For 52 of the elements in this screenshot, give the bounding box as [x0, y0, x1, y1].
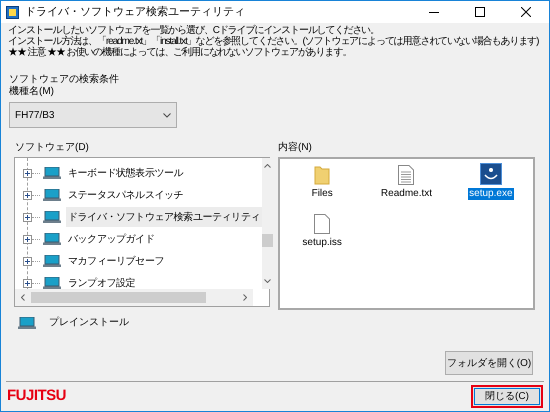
expand-icon[interactable] [23, 278, 32, 288]
legend-label: プレインストール [49, 316, 129, 330]
tree-item[interactable]: バックアップガイド [66, 229, 156, 249]
list-label: 内容(N) [278, 142, 313, 154]
instruction-text: インストールしたいソフトウェアを一覧から選び、Cドライブにインストールしてください。 [8, 25, 380, 36]
instruction-text: インストール方法は、「readme.txt」「install.txt」などを参照してください。(ソフトウェアによっては用意されていない場合もあります) [8, 36, 538, 47]
model-dropdown[interactable]: FH77/B3 [9, 102, 177, 128]
laptop-icon [43, 233, 61, 245]
expand-icon[interactable] [23, 190, 32, 200]
scroll-right-icon [243, 294, 247, 301]
expand-icon[interactable] [23, 256, 32, 266]
horizontal-scrollbar[interactable] [15, 289, 253, 306]
expand-icon[interactable] [23, 168, 32, 178]
laptop-icon [43, 167, 61, 179]
instruction-text: ★★ 注意 ★★ お使いの機種によっては、ご利用になれないソフトウェアがあります。 [8, 47, 352, 58]
laptop-icon [18, 316, 36, 328]
installer-icon [480, 163, 502, 185]
scroll-thumb[interactable] [262, 234, 274, 247]
window-title: ドライバ・ソフトウェア検索ユーティリティ [25, 4, 245, 20]
field-label: 機種名(M) [9, 86, 55, 98]
vertical-scrollbar[interactable] [262, 158, 274, 289]
tree-item[interactable]: キーボード状態表示ツール [66, 163, 186, 183]
laptop-icon [43, 255, 61, 267]
file-item[interactable]: setup.iss [301, 237, 343, 249]
app-icon [6, 6, 19, 18]
scroll-left-icon [21, 294, 25, 301]
folder-icon [314, 165, 330, 185]
scroll-down-icon [264, 279, 272, 283]
section-heading: ソフトウェアの検索条件 [9, 74, 120, 86]
close-icon [521, 7, 531, 17]
laptop-icon [43, 211, 61, 223]
scroll-thumb[interactable] [31, 292, 206, 303]
chevron-down-icon [163, 112, 171, 118]
file-item[interactable]: Files [310, 188, 334, 200]
file-item[interactable]: Readme.txt [380, 188, 434, 200]
laptop-icon [43, 277, 61, 289]
text-file-icon [398, 165, 414, 185]
tree-item[interactable]: ドライバ・ソフトウェア検索ユーティリティ [66, 207, 262, 227]
expand-icon[interactable] [23, 234, 32, 244]
file-icon [314, 214, 330, 234]
open-folder-button[interactable]: フォルダを開く(O) [445, 351, 533, 375]
logo: FUJITSU [7, 386, 66, 406]
scroll-up-icon [264, 164, 272, 168]
close-dialog-button[interactable]: 閉じる(C) [471, 385, 543, 408]
tree-item[interactable]: マカフィーリブセーフ [66, 251, 166, 271]
tree-item[interactable]: ランプオフ設定 [66, 273, 138, 293]
laptop-icon [43, 189, 61, 201]
file-item[interactable]: setup.exe [468, 188, 514, 200]
list-label: ソフトウェア(D) [14, 142, 90, 154]
tree-item[interactable]: ステータスパネルスイッチ [66, 185, 186, 205]
expand-icon[interactable] [23, 212, 32, 222]
maximize-icon [475, 7, 485, 17]
